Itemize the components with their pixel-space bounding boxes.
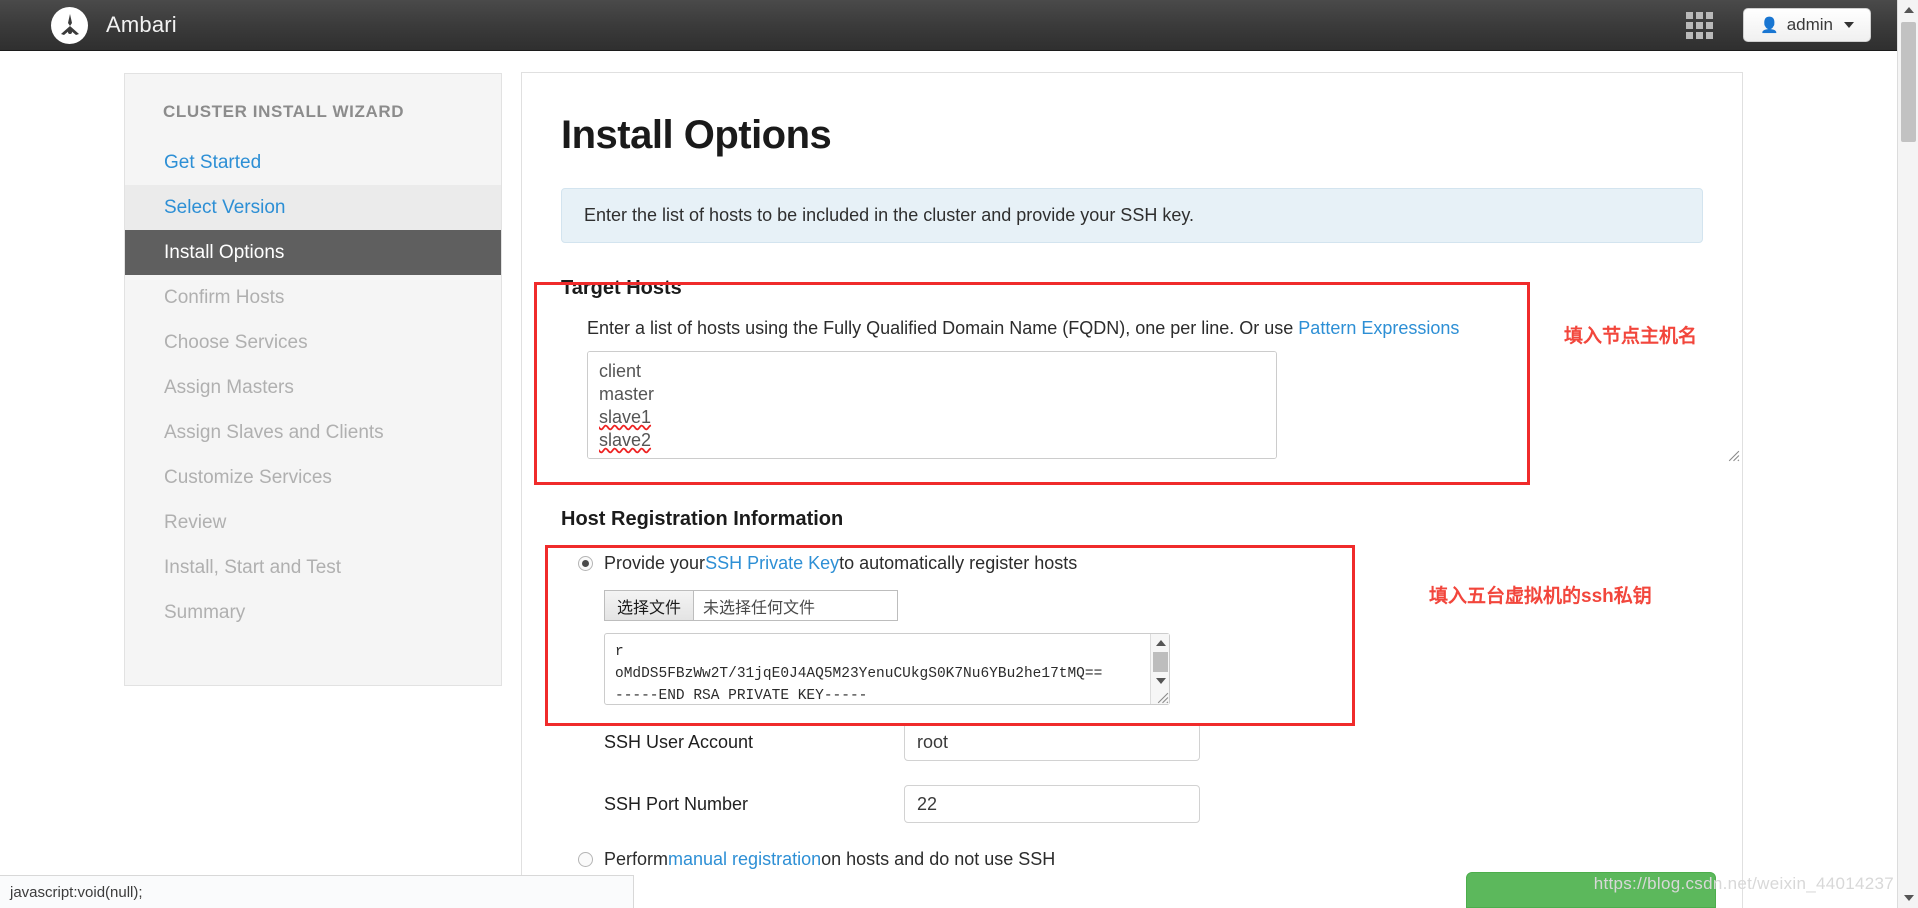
sidebar-item-install-options[interactable]: Install Options [125,230,501,275]
target-hosts-instruction-text: Enter a list of hosts using the Fully Qu… [587,318,1299,338]
ssh-user-account-row: SSH User Account [604,723,1742,761]
browser-status-bar: javascript:void(null); [0,875,634,908]
scroll-up-arrow-icon[interactable] [1898,0,1918,20]
ssh-key-annotation-text: 填入五台虚拟机的ssh私钥 [1429,586,1652,607]
private-key-file-input[interactable]: 选择文件 未选择任何文件 [604,590,898,621]
info-alert: Enter the list of hosts to be included i… [561,188,1703,243]
sidebar-item-label: Install, Start and Test [164,556,342,578]
sidebar-item-label: Customize Services [164,466,332,488]
chevron-down-icon [1844,22,1854,28]
sidebar-item-label: Get Started [164,151,262,173]
ssh-port-number-label: SSH Port Number [604,793,749,814]
key-scroll-down-arrow-icon[interactable] [1151,672,1170,690]
target-hosts-textarea-wrap: client master slave1 slave2 client maste… [587,351,1742,464]
sidebar-item-label: Select Version [164,196,286,218]
ssh-key-option-prefix: Provide your [604,553,706,573]
pattern-expressions-link[interactable]: Pattern Expressions [1298,318,1459,338]
manual-registration-option-row[interactable]: Perform manual registration on hosts and… [578,849,1742,870]
sidebar-item-confirm-hosts[interactable]: Confirm Hosts [125,275,501,320]
sidebar-item-label: Review [164,511,227,533]
sidebar-item-summary[interactable]: Summary [125,590,501,635]
key-scrollbar-thumb[interactable] [1152,652,1168,672]
private-key-textarea[interactable]: r oMdDS5FBzWw2T/31jqE0J4AQ5M23YenuCUkgS0… [604,633,1170,705]
sidebar-item-label: Install Options [164,241,285,263]
ssh-port-number-input[interactable] [904,785,1200,823]
page-title: Install Options [561,113,832,157]
sidebar-item-customize-services[interactable]: Customize Services [125,455,501,500]
host-registration-heading: Host Registration Information [561,508,844,530]
ssh-key-option-suffix: to automatically register hosts [839,553,1078,573]
private-key-textarea-wrap: r oMdDS5FBzWw2T/31jqE0J4AQ5M23YenuCUkgS0… [604,633,1170,705]
sidebar-item-label: Confirm Hosts [164,286,285,308]
private-key-scrollbar[interactable] [1150,634,1169,704]
manual-registration-radio[interactable] [578,852,593,867]
user-icon: 👤 [1760,17,1779,34]
sidebar-item-label: Assign Slaves and Clients [164,421,384,443]
key-scroll-up-arrow-icon[interactable] [1151,634,1170,652]
manual-registration-link[interactable]: manual registration [668,849,821,870]
target-hosts-annotation-text: 填入节点主机名 [1564,326,1698,347]
grid-apps-icon[interactable] [1686,11,1713,39]
scrollbar-thumb[interactable] [1901,22,1916,142]
sidebar-item-review[interactable]: Review [125,500,501,545]
ssh-user-account-label: SSH User Account [604,731,754,752]
ambari-logo-icon[interactable] [51,6,88,44]
ssh-key-option-row[interactable]: Provide your SSH Private Key to automati… [578,553,1742,574]
install-options-panel: Install Options Enter the list of hosts … [521,72,1743,908]
manual-option-suffix: on hosts and do not use SSH [821,849,1056,869]
manual-option-prefix: Perform [604,849,669,869]
brand-title: Ambari [106,12,177,37]
ssh-user-account-input[interactable] [904,723,1200,761]
page-scrollbar[interactable] [1897,0,1918,908]
target-hosts-heading: Target Hosts [561,277,682,299]
user-menu-button[interactable]: 👤 admin [1743,8,1871,42]
user-menu-label: admin [1786,15,1833,34]
ssh-private-key-link[interactable]: SSH Private Key [705,553,839,574]
status-bar-text: javascript:void(null); [10,883,143,901]
choose-file-button[interactable]: 选择文件 [605,591,695,620]
ssh-port-number-row: SSH Port Number [604,785,1742,823]
sidebar-item-choose-services[interactable]: Choose Services [125,320,501,365]
chosen-file-name: 未选择任何文件 [703,599,816,617]
top-navbar: Ambari 👤 admin [0,0,1897,51]
navbar-right-group: 👤 admin [1686,8,1897,42]
sidebar-item-label: Summary [164,601,246,623]
scroll-down-arrow-icon[interactable] [1898,888,1918,908]
watermark-text: https://blog.csdn.net/weixin_44014237 [1593,874,1894,893]
sidebar-item-label: Choose Services [164,331,308,353]
sidebar-item-install-start-and-test[interactable]: Install, Start and Test [125,545,501,590]
ssh-key-radio[interactable] [578,556,593,571]
sidebar-item-assign-masters[interactable]: Assign Masters [125,365,501,410]
textarea-resize-grip-icon[interactable] [1727,449,1740,462]
sidebar-item-assign-slaves-and-clients[interactable]: Assign Slaves and Clients [125,410,501,455]
sidebar-item-label: Assign Masters [164,376,294,398]
sidebar-item-get-started[interactable]: Get Started [125,140,501,185]
target-hosts-textarea[interactable]: client master slave1 slave2 [587,351,1277,459]
sidebar-item-select-version[interactable]: Select Version [125,185,501,230]
install-wizard-sidebar: CLUSTER INSTALL WIZARD Get Started Selec… [124,73,502,686]
sidebar-title: CLUSTER INSTALL WIZARD [163,102,405,121]
